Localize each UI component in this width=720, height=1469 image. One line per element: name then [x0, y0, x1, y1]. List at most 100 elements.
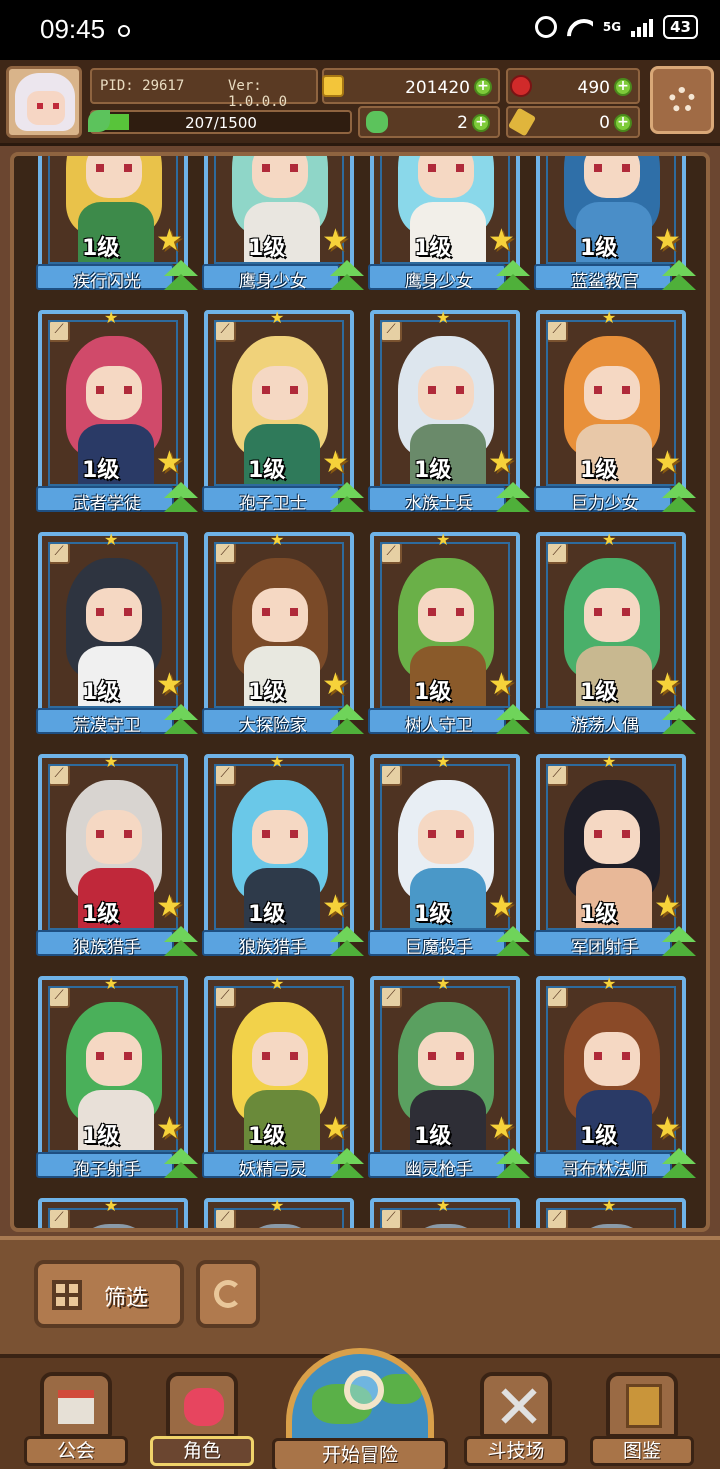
star-icon: ★: [322, 1111, 349, 1146]
card-name-plate: 军团射手: [534, 930, 672, 958]
card-name: 荒漠守卫: [73, 716, 141, 736]
character-card[interactable]: ⟋ ★ 1级 ★ 幽灵枪手: [368, 974, 530, 1180]
status-time: 09:45: [40, 14, 106, 44]
card-name-plate: 孢子射手: [36, 1152, 174, 1180]
character-card[interactable]: ⟋ ★ 1级 ★ 孢子射手: [36, 974, 198, 1180]
nav-codex-label: 图鉴: [590, 1436, 694, 1466]
upgrade-arrow-icon: [662, 260, 696, 292]
character-card[interactable]: ⟋★1级★疾行闪光: [36, 156, 198, 292]
class-icon: ⟋: [380, 986, 402, 1008]
ruby-amount: 490: [577, 78, 610, 98]
player-avatar[interactable]: [6, 66, 82, 138]
upgrade-arrow-icon: [330, 1148, 364, 1180]
upgrade-arrow-icon: [164, 260, 198, 292]
status-bar: 09:45 5G 43: [0, 0, 720, 60]
star-icon: ★: [156, 445, 183, 480]
character-card[interactable]: ⟋ ★ 1级 ★ 巨魔投手: [368, 752, 530, 958]
settings-button[interactable]: [650, 66, 714, 134]
character-card[interactable]: ⟋ ★ 1级 ★ 树人守卫: [368, 530, 530, 736]
class-icon: ⟋: [214, 542, 236, 564]
nav-arena[interactable]: 斗技场: [464, 1372, 568, 1466]
gear-icon: [669, 87, 695, 113]
nav-guild[interactable]: 公会: [24, 1372, 128, 1466]
card-level: 1级: [82, 680, 120, 705]
card-name-plate: 鹰身少女: [202, 264, 340, 292]
filter-panel: 筛选: [0, 1236, 720, 1354]
rarity-star-icon: ★: [436, 308, 451, 327]
upgrade-arrow-icon: [662, 704, 696, 736]
nav-character[interactable]: 角色: [150, 1372, 254, 1466]
character-card[interactable]: ⟋ ★ 1级 ★ 巨力少女: [534, 308, 696, 514]
class-icon: ⟋: [380, 542, 402, 564]
character-collection[interactable]: ⟋★1级★疾行闪光⟋★1级★鹰身少女⟋★1级★鹰身少女⟋★1级★蓝鲨教官⟋★1级…: [10, 152, 710, 1232]
rarity-star-icon: ★: [602, 974, 617, 993]
key-icon: [507, 107, 537, 137]
character-icon: [166, 1372, 238, 1438]
card-name-plate: 树人守卫: [368, 708, 506, 736]
character-card[interactable]: ⟋ ★ 1级 ★ 孢子卫士: [202, 308, 364, 514]
class-icon: ⟋: [48, 1208, 70, 1228]
star-icon: ★: [156, 889, 183, 924]
character-card[interactable]: ⟋ ★: [536, 1196, 686, 1228]
add-clover-button[interactable]: +: [472, 114, 490, 132]
character-card[interactable]: ⟋ ★: [38, 1196, 188, 1228]
star-icon: ★: [322, 889, 349, 924]
character-card[interactable]: ⟋ ★ 1级 ★ 水族士兵: [368, 308, 530, 514]
class-icon: ⟋: [380, 764, 402, 786]
star-icon: ★: [488, 223, 515, 258]
character-card[interactable]: ⟋★1级★鹰身少女: [202, 156, 364, 292]
upgrade-arrow-icon: [330, 482, 364, 514]
character-card[interactable]: ⟋★1级★蓝鲨教官: [534, 156, 696, 292]
card-level: 1级: [248, 458, 286, 483]
card-level: 1级: [580, 902, 618, 927]
upgrade-arrow-icon: [330, 704, 364, 736]
grid-icon: [52, 1280, 82, 1310]
gold-panel: 201420 +: [322, 68, 500, 104]
character-card[interactable]: ⟋ ★: [204, 1196, 354, 1228]
class-icon: ⟋: [214, 320, 236, 342]
card-level: 1级: [82, 458, 120, 483]
character-card[interactable]: ⟋ ★ 1级 ★ 军团射手: [534, 752, 696, 958]
upgrade-arrow-icon: [330, 926, 364, 958]
character-card[interactable]: ⟋ ★ 1级 ★ 狼族猎手: [202, 752, 364, 958]
card-name: 幽灵枪手: [405, 1160, 473, 1180]
class-icon: ⟋: [48, 764, 70, 786]
character-card[interactable]: ⟋ ★ 1级 ★ 武者学徒: [36, 308, 198, 514]
card-name-plate: 荒漠守卫: [36, 708, 174, 736]
start-adventure-button[interactable]: 开始冒险: [272, 1348, 448, 1469]
nav-codex[interactable]: 图鉴: [590, 1372, 694, 1466]
character-card[interactable]: ⟋ ★ 1级 ★ 哥布林法师: [534, 974, 696, 1180]
filter-button[interactable]: 筛选: [34, 1260, 184, 1328]
card-name-plate: 哥布林法师: [534, 1152, 672, 1180]
add-key-button[interactable]: +: [614, 114, 632, 132]
add-gold-button[interactable]: +: [474, 78, 492, 96]
resource-bar: PID: 29617 Ver: 1.0.0.0 201420 + 490 + 2…: [0, 60, 720, 146]
rarity-star-icon: ★: [602, 308, 617, 327]
game-version: Ver: 1.0.0.0: [228, 78, 288, 110]
character-card[interactable]: ⟋ ★ 1级 ★ 游荡人偶: [534, 530, 696, 736]
character-card[interactable]: ⟋ ★: [370, 1196, 520, 1228]
upgrade-arrow-icon: [662, 926, 696, 958]
network-type: 5G: [602, 20, 622, 34]
player-id: PID: 29617: [100, 78, 185, 94]
class-icon: ⟋: [546, 320, 568, 342]
card-level: 1级: [414, 680, 452, 705]
character-card[interactable]: ⟋ ★ 1级 ★ 狼族猎手: [36, 752, 198, 958]
card-name-plate: 巨魔投手: [368, 930, 506, 958]
upgrade-arrow-icon: [164, 704, 198, 736]
refresh-button[interactable]: [196, 1260, 260, 1328]
clover-amount: 2: [457, 113, 468, 133]
add-ruby-button[interactable]: +: [614, 78, 632, 96]
start-adventure-label: 开始冒险: [272, 1438, 448, 1469]
rarity-star-icon: ★: [270, 530, 285, 549]
star-icon: ★: [156, 1111, 183, 1146]
character-card[interactable]: ⟋ ★ 1级 ★ 妖精弓灵: [202, 974, 364, 1180]
character-card[interactable]: ⟋★1级★鹰身少女: [368, 156, 530, 292]
character-card[interactable]: ⟋ ★ 1级 ★ 荒漠守卫: [36, 530, 198, 736]
card-level: 1级: [82, 902, 120, 927]
card-name-plate: 武者学徒: [36, 486, 174, 514]
xp-text: 207/1500: [185, 114, 257, 132]
character-card[interactable]: ⟋ ★ 1级 ★ 大探险家: [202, 530, 364, 736]
card-level: 1级: [82, 1124, 120, 1149]
star-icon: ★: [156, 223, 183, 258]
